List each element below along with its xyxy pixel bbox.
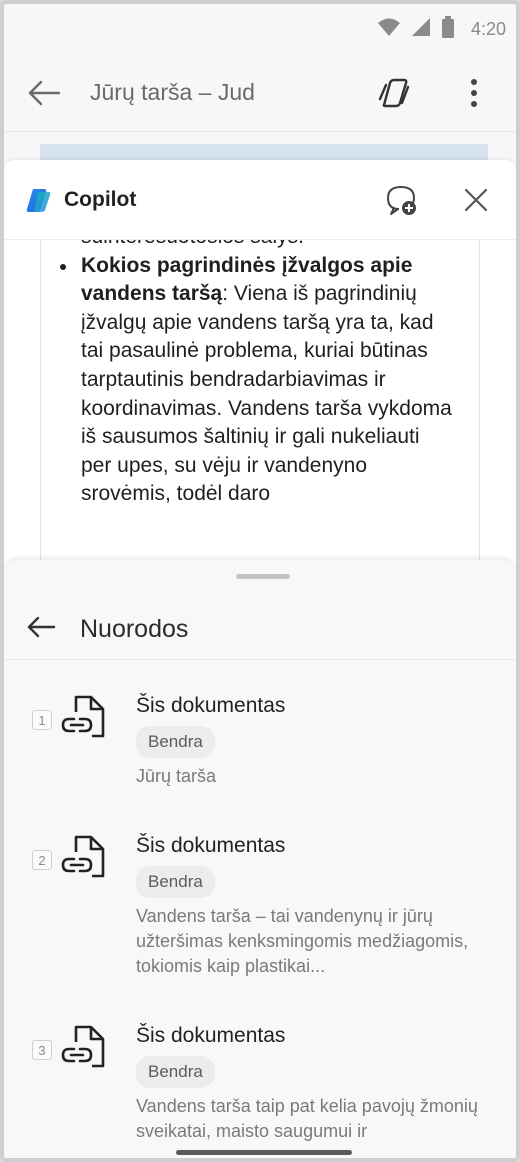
- back-arrow-icon: [28, 80, 61, 105]
- chat-partial-line: suinteresuotosios šalys.: [81, 240, 455, 252]
- reference-item-2[interactable]: 2 Šis dokumentas Bendra Vandens tarša – …: [4, 830, 516, 1020]
- copilot-app-button[interactable]: [372, 71, 416, 115]
- copilot-panel: Copilot suinteresuotosios šalys. Koki: [4, 160, 516, 570]
- copilot-logo-icon: [26, 188, 51, 212]
- reference-snippet: Vandens tarša – tai vandenynų ir jūrų už…: [136, 906, 469, 976]
- phone-frame: 4:20 Jūrų tarša – Jud Copilot Kokios pag…: [0, 0, 520, 1162]
- reference-badge: Bendra: [136, 1056, 215, 1088]
- reference-number: 3: [32, 1040, 52, 1060]
- reference-badge: Bendra: [136, 866, 215, 898]
- status-bar: 4:20: [4, 4, 516, 54]
- close-button[interactable]: [454, 178, 498, 222]
- signal-icon: [411, 17, 431, 42]
- copilot-chat-body: suinteresuotosios šalys. Kokios pagrindi…: [40, 240, 480, 570]
- new-chat-icon: [387, 185, 416, 215]
- app-bar: Jūrų tarša – Jud: [4, 54, 516, 132]
- home-indicator[interactable]: [176, 1150, 352, 1155]
- document-title: Jūrų tarša – Jud: [90, 79, 255, 105]
- references-sheet: Nuorodos 1 Šis dokumentas Bendra Jūrų ta…: [4, 560, 516, 1158]
- close-icon: [464, 188, 488, 211]
- wifi-icon: [377, 17, 401, 42]
- copilot-title: Copilot: [64, 187, 137, 211]
- chat-message: suinteresuotosios šalys. Kokios pagrindi…: [60, 240, 455, 509]
- reference-title: Šis dokumentas: [136, 834, 286, 857]
- sheet-header: Nuorodos: [4, 600, 516, 660]
- reference-title: Šis dokumentas: [136, 694, 286, 717]
- chat-bullet-item: Kokios pagrindinės įžvalgos apie vandens…: [60, 252, 455, 509]
- bullet-text: : Viena iš pagrindinių įžvalgų apie vand…: [81, 282, 452, 506]
- document-link-icon: [61, 695, 105, 738]
- reference-badge: Bendra: [136, 726, 215, 758]
- document-link-icon: [61, 1025, 105, 1068]
- reference-item-3[interactable]: 3 Šis dokumentas Bendra Vandens tarša ta…: [4, 1020, 516, 1158]
- sheet-title: Nuorodos: [80, 615, 189, 643]
- document-link-icon: [61, 835, 105, 878]
- reference-title: Šis dokumentas: [136, 1024, 286, 1047]
- more-options-button[interactable]: [452, 71, 496, 115]
- reference-number: 2: [32, 850, 52, 870]
- bullet-dot: [60, 263, 66, 270]
- more-vertical-icon: [471, 78, 477, 107]
- new-chat-button[interactable]: [380, 178, 424, 222]
- reference-snippet: Jūrų tarša: [136, 766, 217, 786]
- battery-icon: [441, 15, 455, 43]
- back-arrow-icon: [27, 616, 56, 638]
- reference-snippet: Vandens tarša taip pat kelia pavojų žmon…: [136, 1096, 478, 1141]
- reference-number: 1: [32, 710, 52, 730]
- references-list: 1 Šis dokumentas Bendra Jūrų tarša 2 Šis…: [4, 690, 516, 1158]
- reference-item-1[interactable]: 1 Šis dokumentas Bendra Jūrų tarša: [4, 690, 516, 830]
- copilot-header: Copilot: [4, 160, 516, 240]
- back-button[interactable]: [24, 73, 64, 113]
- status-time: 4:20: [470, 18, 506, 39]
- sheet-drag-handle[interactable]: [236, 574, 290, 579]
- copilot-app-icon: [378, 78, 410, 107]
- sheet-back-button[interactable]: [26, 615, 56, 644]
